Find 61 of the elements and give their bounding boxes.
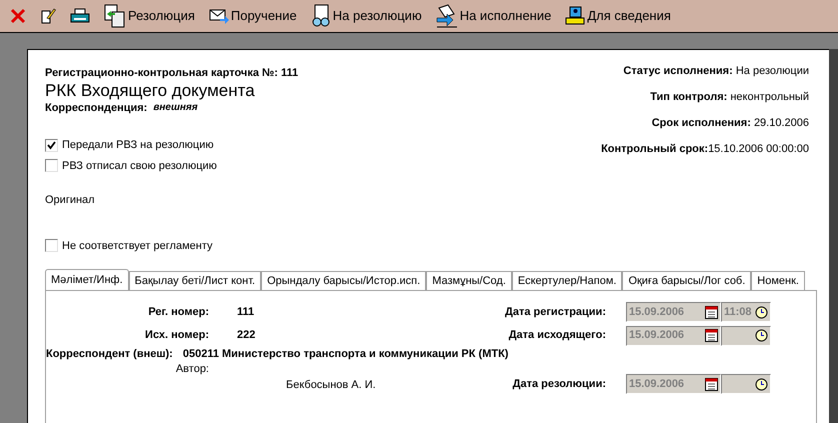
calendar-icon[interactable] — [705, 378, 718, 390]
pencil-page-icon — [40, 7, 56, 25]
tab[interactable]: Мәлімет/Инф. — [45, 269, 129, 290]
date-value: 15.09.2006 — [629, 328, 684, 344]
toolbar-button[interactable] — [40, 7, 56, 25]
calendar-icon[interactable] — [705, 329, 718, 342]
time-field[interactable] — [721, 326, 771, 346]
envelope-icon — [208, 8, 229, 24]
field-label: Рег. номер: — [147, 304, 209, 320]
tab[interactable]: Оқиға барысы/Лог соб. — [622, 271, 752, 290]
toolbar-button[interactable]: На резолюцию — [310, 4, 422, 28]
clock-icon[interactable] — [755, 306, 768, 318]
checkbox-label: РВЗ отписал свою резолюцию — [62, 158, 217, 174]
person-monitor-icon — [565, 6, 586, 26]
toolbar-button[interactable] — [70, 8, 90, 24]
field-value: 111 — [237, 304, 254, 320]
correspondence-value: внешняя — [153, 100, 198, 114]
time-field[interactable] — [721, 374, 771, 394]
toolbar-button[interactable]: Для сведения — [565, 6, 671, 26]
checkbox[interactable] — [45, 159, 58, 172]
clock-icon[interactable] — [755, 329, 768, 342]
checkbox[interactable] — [45, 239, 58, 252]
documents-arrow-icon — [436, 4, 458, 28]
status-line: Статус исполнения: На резолюции — [623, 65, 809, 78]
field-label: Дата регистрации: — [504, 304, 607, 320]
calendar-icon[interactable] — [705, 306, 718, 318]
field-label: Дата исходящего: — [508, 328, 607, 344]
close-icon — [10, 8, 26, 24]
date-value: 15.09.2006 — [629, 376, 684, 392]
tab[interactable]: Орындалу барысы/Истор.исп. — [261, 271, 426, 290]
field-value: 050211 Министерство транспорта и коммуникации РК (МТК) — [182, 346, 508, 362]
tab[interactable]: Мазмұны/Сод. — [426, 271, 512, 290]
documents-icon — [104, 4, 126, 28]
checkbox[interactable] — [45, 138, 58, 152]
status-line: Срок исполнения: 29.10.2006 — [652, 117, 809, 130]
original-label: Оригинал — [45, 193, 96, 208]
date-value: 15.09.2006 — [629, 304, 684, 320]
field-value: Бекбосынов А. И. — [286, 378, 376, 393]
check-icon — [47, 140, 56, 150]
field-label: Дата резолюции: — [512, 376, 607, 392]
toolbar-button[interactable]: На исполнение — [436, 4, 552, 28]
status-line: Тип контроля: неконтрольный — [650, 91, 809, 104]
field-label: Автор: — [174, 362, 209, 377]
field-value: 222 — [237, 328, 256, 344]
tab[interactable]: Ескертулер/Напом. — [512, 271, 622, 290]
toolbar-button[interactable]: Поручение — [208, 6, 297, 26]
toolbar-button[interactable]: Резолюция — [104, 4, 195, 28]
tab[interactable]: Бақылау беті/Лист конт. — [128, 271, 262, 290]
correspondence-label: Корреспонденция: — [45, 100, 148, 116]
card-number: Регистрационно-контрольная карточка №: 111 — [45, 66, 298, 81]
field-label: Корреспондент (внеш): — [46, 346, 173, 362]
time-value: 11:08 — [724, 304, 752, 320]
field-label: Исх. номер: — [144, 328, 209, 344]
tab[interactable]: Номенк. — [751, 271, 805, 290]
printer-icon — [70, 8, 90, 24]
status-line: Контрольный срок:15.10.2006 00:00:00 — [601, 143, 809, 156]
card-title: РКК Входящего документа — [45, 82, 256, 100]
checkbox-label: Не соответствует регламенту — [62, 238, 212, 254]
checkbox-label: Передали РВЗ на резолюцию — [62, 138, 214, 153]
glasses-document-icon — [310, 4, 331, 28]
clock-icon[interactable] — [755, 378, 768, 390]
